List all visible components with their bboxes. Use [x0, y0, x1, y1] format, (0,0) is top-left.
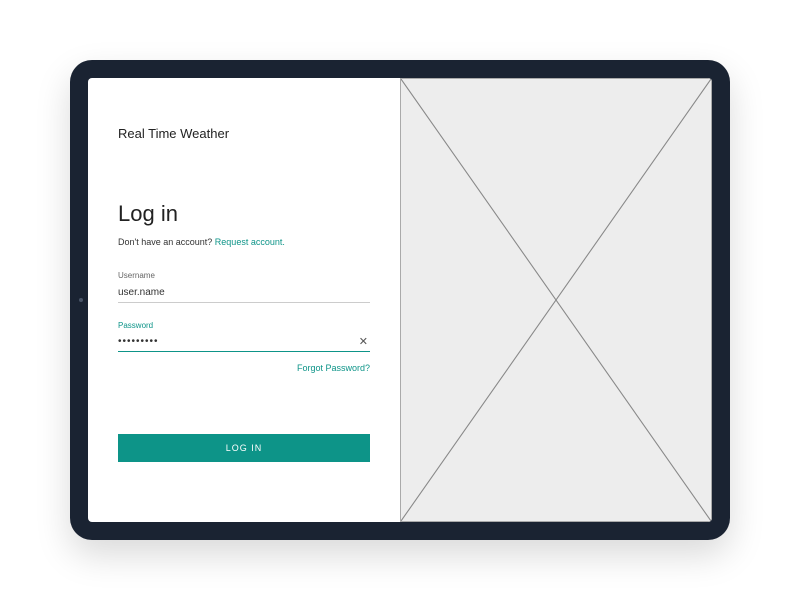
placeholder-x-icon: [401, 79, 711, 521]
camera-dot-icon: [79, 298, 83, 302]
request-account-link[interactable]: Request account.: [215, 237, 285, 247]
login-panel: Real Time Weather Log in Don't have an a…: [88, 78, 400, 522]
image-placeholder: [400, 78, 712, 522]
account-prompt-text: Don't have an account?: [118, 237, 215, 247]
tablet-frame: Real Time Weather Log in Don't have an a…: [70, 60, 730, 540]
username-label: Username: [118, 271, 370, 280]
screen: Real Time Weather Log in Don't have an a…: [88, 78, 712, 522]
forgot-password-link[interactable]: Forgot Password?: [297, 363, 370, 373]
login-button[interactable]: LOG IN: [118, 434, 370, 462]
account-prompt: Don't have an account? Request account.: [118, 237, 370, 247]
username-field-group: Username: [118, 271, 370, 303]
password-label: Password: [118, 321, 370, 330]
login-heading: Log in: [118, 201, 370, 227]
close-icon[interactable]: ✕: [357, 335, 370, 348]
username-input[interactable]: [118, 283, 370, 303]
password-input[interactable]: [118, 332, 357, 351]
app-title: Real Time Weather: [118, 126, 370, 141]
forgot-password-wrapper: Forgot Password?: [118, 358, 370, 376]
password-input-wrapper: ✕: [118, 332, 370, 352]
password-field-group: Password ✕ Forgot Password?: [118, 321, 370, 376]
